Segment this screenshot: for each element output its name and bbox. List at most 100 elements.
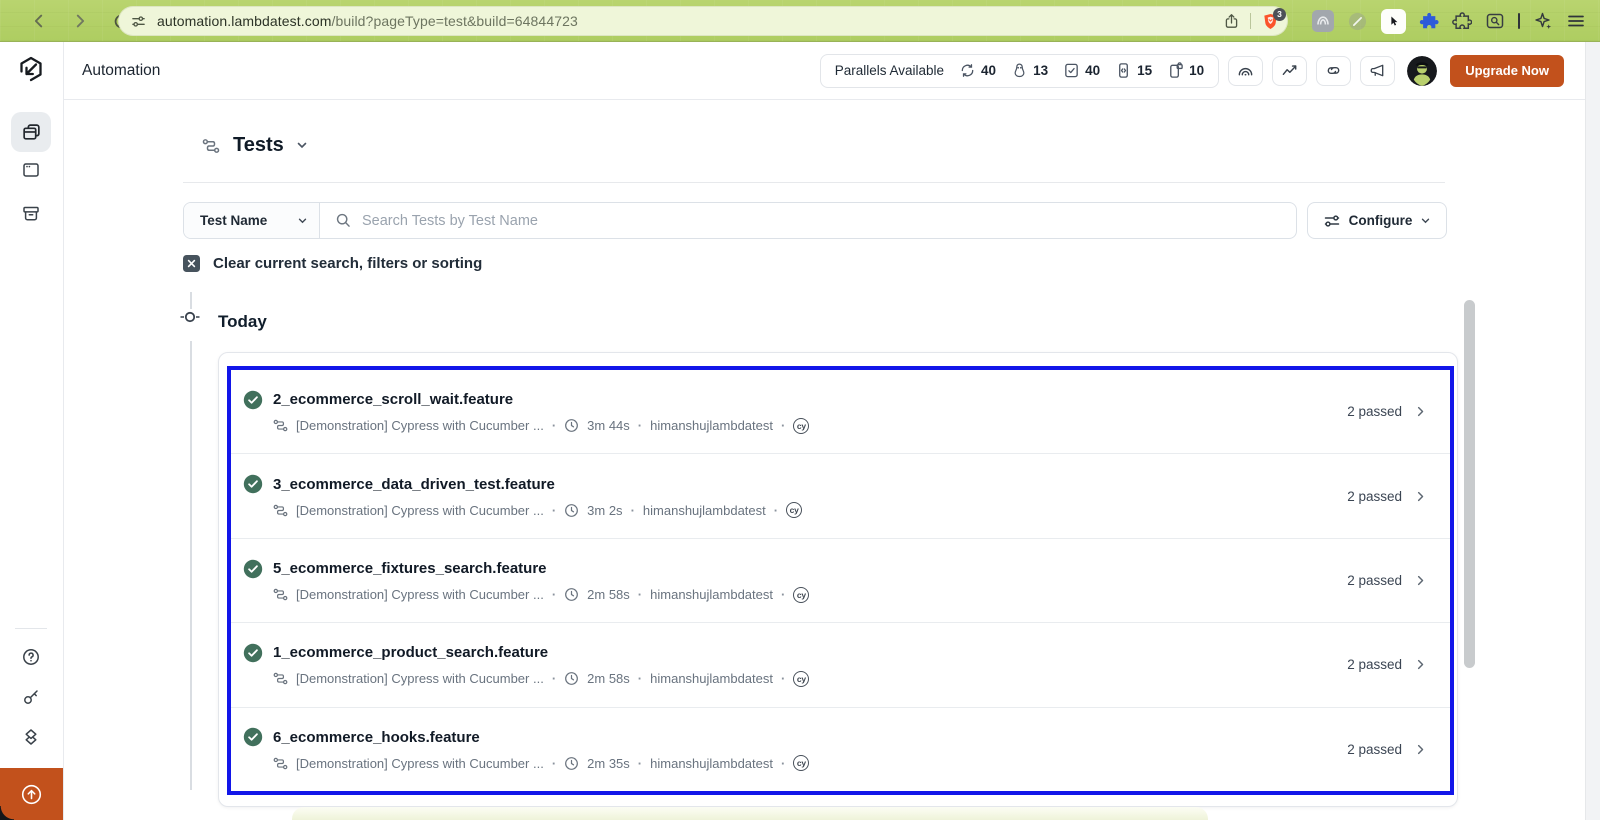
search-input[interactable] [362, 212, 1281, 229]
sidebar-item-archive[interactable] [21, 204, 41, 224]
test-name[interactable]: 5_ecommerce_fixtures_search.feature [273, 560, 547, 577]
sidebar-item-access-key[interactable] [21, 687, 41, 707]
extension-disabled-icon[interactable] [1347, 11, 1368, 32]
separator-dot [552, 587, 556, 602]
upgrade-now-button[interactable]: Upgrade Now [1450, 54, 1564, 87]
test-name[interactable]: 6_ecommerce_hooks.feature [273, 729, 480, 746]
stat-tests[interactable]: 40 [1063, 62, 1100, 79]
test-user: himanshujlambdatest [642, 502, 766, 518]
test-row[interactable]: 5_ecommerce_fixtures_search.feature [Dem… [231, 537, 1450, 623]
chevron-down-icon [298, 218, 307, 223]
build-name[interactable]: [Demonstration] Cypress with Cucumber ..… [296, 756, 544, 771]
screen: automation.lambdatest.com/build?pageType… [0, 0, 1600, 820]
configure-button[interactable]: Configure [1307, 202, 1447, 239]
status-passed: 2 passed [1347, 573, 1402, 589]
build-name[interactable]: [Demonstration] Cypress with Cucumber ..… [296, 671, 544, 686]
lambdatest-logo-icon[interactable] [16, 55, 46, 85]
build-name[interactable]: [Demonstration] Cypress with Cucumber ..… [296, 587, 544, 602]
pipeline-icon [202, 138, 220, 153]
url-text[interactable]: automation.lambdatest.com/build?pageType… [157, 13, 578, 29]
dock-glow [292, 807, 1208, 820]
linux-icon [1014, 63, 1025, 78]
test-name[interactable]: 2_ecommerce_scroll_wait.feature [273, 391, 513, 408]
sidebar-item-help[interactable] [21, 647, 41, 667]
announcements-button[interactable] [1360, 55, 1396, 86]
separator-dot [638, 587, 642, 602]
configure-label: Configure [1348, 213, 1413, 228]
chevron-right-icon[interactable] [1415, 575, 1426, 586]
clock-icon [565, 672, 579, 686]
separator-dot [552, 671, 556, 686]
cypress-icon: cy [786, 502, 803, 519]
filter-type-dropdown[interactable]: Test Name [184, 203, 320, 238]
avatar[interactable] [1407, 55, 1438, 86]
clock-icon [565, 756, 579, 770]
puzzle-outline-icon[interactable] [1452, 11, 1472, 31]
test-name[interactable]: 1_ecommerce_product_search.feature [273, 644, 548, 661]
filter-type-label: Test Name [200, 213, 268, 228]
chevron-right-icon[interactable] [1415, 406, 1426, 417]
clear-filters-button[interactable]: Clear current search, filters or sorting [183, 255, 482, 272]
forward-icon[interactable] [71, 12, 89, 30]
passed-check-icon [243, 474, 263, 494]
stat-mobile-web[interactable]: 15 [1115, 62, 1152, 79]
separator-dot [781, 756, 785, 771]
insights-button[interactable] [1228, 55, 1264, 86]
clock-icon [565, 503, 579, 517]
parallels-label: Parallels Available [834, 63, 945, 78]
integrations-button[interactable] [1316, 55, 1352, 86]
menu-icon[interactable] [1566, 11, 1586, 31]
separator-dot [774, 503, 778, 518]
test-row[interactable]: 2_ecommerce_scroll_wait.feature [Demonst… [231, 370, 1450, 454]
stacked-diamonds-icon [25, 729, 37, 745]
chevron-down-icon[interactable] [297, 142, 307, 149]
address-bar[interactable]: automation.lambdatest.com/build?pageType… [118, 6, 1288, 36]
brave-shield-icon[interactable]: 3 [1261, 7, 1286, 31]
site-settings-icon[interactable] [131, 14, 146, 29]
passed-check-icon [243, 390, 263, 409]
browser-toolbar: automation.lambdatest.com/build?pageType… [0, 0, 1600, 42]
timeline-node-icon [180, 310, 200, 324]
tests-heading[interactable]: Tests [202, 134, 307, 157]
divider [183, 182, 1445, 183]
build-name[interactable]: [Demonstration] Cypress with Cucumber ..… [296, 503, 544, 518]
test-row[interactable]: 3_ecommerce_data_driven_test.feature [De… [231, 453, 1450, 538]
separator-dot [781, 418, 785, 433]
stat-mobile-private[interactable]: 10 [1167, 62, 1204, 79]
timeline-line [190, 341, 192, 790]
key-icon [24, 690, 38, 704]
test-duration: 2m 58s [587, 587, 630, 603]
status-passed: 2 passed [1347, 741, 1402, 757]
chevron-right-icon[interactable] [1415, 659, 1426, 670]
build-icon [273, 757, 288, 770]
test-meta: [Demonstration] Cypress with Cucumber ..… [273, 670, 810, 687]
search-tab-icon[interactable] [1485, 11, 1505, 31]
puzzle-blue-icon[interactable] [1419, 11, 1439, 31]
share-icon[interactable] [1223, 13, 1240, 30]
test-row[interactable]: 6_ecommerce_hooks.feature [Demonstration… [231, 706, 1450, 792]
passed-check-icon [243, 559, 263, 578]
sidebar-item-integrations[interactable] [21, 727, 41, 747]
stat-linux[interactable]: 13 [1011, 62, 1048, 79]
sidebar-item-builds[interactable] [11, 112, 51, 152]
chevron-right-icon[interactable] [1415, 744, 1426, 755]
analytics-button[interactable] [1272, 55, 1308, 86]
build-name[interactable]: [Demonstration] Cypress with Cucumber ..… [296, 418, 544, 433]
sidebar-item-sessions[interactable] [21, 160, 41, 180]
clock-icon [565, 588, 579, 601]
scrollbar-thumb[interactable] [1464, 300, 1475, 668]
test-row[interactable]: 1_ecommerce_product_search.feature [Demo… [231, 622, 1450, 707]
stat-web[interactable]: 40 [959, 62, 996, 79]
browser-window-icon [23, 163, 39, 177]
back-icon[interactable] [30, 12, 48, 30]
clear-x-icon [183, 255, 200, 272]
leo-ai-icon[interactable] [1533, 11, 1553, 31]
test-meta: [Demonstration] Cypress with Cucumber ..… [273, 417, 810, 434]
test-name[interactable]: 3_ecommerce_data_driven_test.feature [273, 476, 555, 493]
extension-gray-icon[interactable] [1312, 10, 1334, 32]
separator-dot [631, 503, 635, 518]
chevron-right-icon[interactable] [1415, 491, 1426, 502]
window-corner [0, 806, 14, 820]
cursor-extension-icon[interactable] [1381, 8, 1406, 34]
arrow-up-circle-icon [21, 784, 42, 804]
